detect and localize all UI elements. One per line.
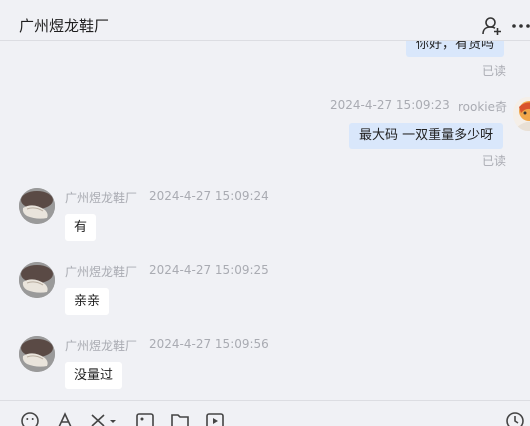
message-bubble-outgoing[interactable]: 最大码 一双重量多少呀 — [349, 123, 504, 149]
message-list[interactable]: 你好，有货吗 已读 2024-4-27 15:09:23 rookie奇 最大码… — [0, 41, 530, 398]
font-icon[interactable] — [56, 412, 74, 426]
message-bubble-incoming[interactable]: 有 — [65, 214, 97, 241]
avatar[interactable] — [19, 336, 55, 372]
message-sender: rookie奇 — [458, 100, 508, 114]
message-time: 2024-4-27 15:09:56 — [149, 337, 269, 351]
read-status: 已读 — [482, 154, 507, 168]
more-icon[interactable] — [511, 18, 530, 34]
emoji-icon[interactable] — [21, 412, 39, 426]
message-sender: 广州煜龙鞋厂 — [65, 339, 138, 353]
folder-icon[interactable] — [171, 412, 189, 426]
chat-title: 广州煜龙鞋厂 — [19, 17, 110, 35]
message-sender: 广州煜龙鞋厂 — [65, 265, 138, 279]
user-add-icon[interactable] — [482, 16, 502, 36]
message-time: 2024-4-27 15:09:24 — [149, 189, 269, 203]
message-time: 2024-4-27 15:09:25 — [149, 263, 269, 277]
video-icon[interactable] — [206, 412, 224, 426]
image-icon[interactable] — [136, 412, 154, 426]
message-bubble-incoming[interactable]: 没量过 — [65, 362, 123, 389]
avatar[interactable] — [19, 262, 55, 298]
history-icon[interactable] — [506, 412, 524, 426]
message-bubble-incoming[interactable]: 亲亲 — [65, 288, 110, 315]
read-status: 已读 — [482, 64, 507, 78]
input-toolbar — [0, 400, 530, 426]
avatar[interactable] — [19, 188, 55, 224]
scissors-icon[interactable] — [90, 412, 118, 426]
message-bubble-outgoing[interactable]: 你好，有货吗 — [406, 41, 505, 57]
message-time: 2024-4-27 15:09:23 — [330, 98, 450, 112]
message-sender: 广州煜龙鞋厂 — [65, 191, 138, 205]
avatar[interactable] — [513, 97, 530, 131]
chat-header: 广州煜龙鞋厂 — [0, 0, 530, 41]
